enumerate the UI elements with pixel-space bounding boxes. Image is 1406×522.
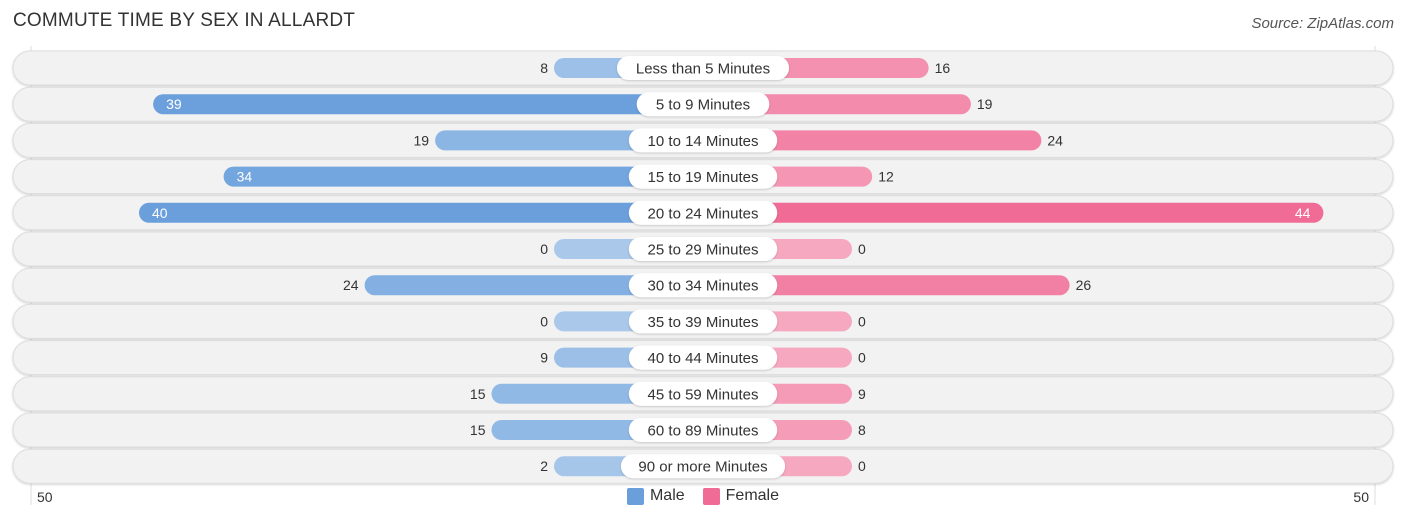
female-value-label: 9 [858,386,866,402]
legend-item-male[interactable]: Male [626,487,685,505]
female-value-label: 19 [977,96,993,112]
category-label: 40 to 44 Minutes [648,350,759,367]
male-value-label: 0 [540,313,548,329]
category-label: 60 to 89 Minutes [648,423,759,440]
female-value-label: 0 [858,458,866,474]
male-value-label: 39 [166,96,182,112]
category-label: 20 to 24 Minutes [648,205,759,222]
bar-row: 39 19 5 to 9 Minutes [12,86,1394,122]
bar-row: 34 12 15 to 19 Minutes [12,159,1394,195]
bar-row: 40 44 20 to 24 Minutes [12,195,1394,231]
female-value-label: 26 [1076,277,1092,293]
female-value-label: 16 [935,60,951,76]
category-label: 30 to 34 Minutes [648,278,759,295]
bar-row: 2 0 90 or more Minutes [12,448,1394,484]
female-value-label: 8 [858,422,866,438]
legend-swatch-male [626,487,644,505]
male-value-label: 24 [343,277,359,293]
male-value-label: 19 [414,132,430,148]
category-label: 45 to 59 Minutes [648,386,759,403]
legend-label-female: Female [725,487,780,504]
male-value-label: 34 [237,169,253,185]
category-label: 5 to 9 Minutes [656,97,750,114]
category-label: 35 to 39 Minutes [648,314,759,331]
bar-row: 15 9 45 to 59 Minutes [12,376,1394,412]
male-bar [139,202,703,223]
male-value-label: 15 [470,386,486,402]
male-value-label: 2 [540,458,548,474]
female-value-label: 24 [1047,132,1063,148]
female-bar [703,202,1324,223]
bar-row: 8 16 Less than 5 Minutes [12,50,1394,86]
male-value-label: 15 [470,422,486,438]
bar-row: 0 0 25 to 29 Minutes [12,231,1394,267]
legend: Male Female [0,487,1406,505]
legend-item-female[interactable]: Female [702,487,780,505]
female-value-label: 0 [858,241,866,257]
bar-row: 9 0 40 to 44 Minutes [12,340,1394,376]
bar-row: 0 0 35 to 39 Minutes [12,303,1394,339]
male-value-label: 9 [540,350,548,366]
female-value-label: 0 [858,313,866,329]
category-label: 10 to 14 Minutes [648,133,759,150]
male-value-label: 0 [540,241,548,257]
bar-row: 24 26 30 to 34 Minutes [12,267,1394,303]
male-value-label: 40 [152,205,168,221]
bar-row: 19 24 10 to 14 Minutes [12,122,1394,158]
female-value-label: 44 [1295,205,1311,221]
category-label: 25 to 29 Minutes [648,242,759,259]
category-label: Less than 5 Minutes [636,61,770,78]
male-value-label: 8 [540,60,548,76]
chart-area: 8 16 Less than 5 Minutes 39 19 5 to 9 Minutes… [12,46,1394,505]
category-label: 90 or more Minutes [638,459,767,476]
male-bar [153,94,704,115]
category-label: 15 to 19 Minutes [648,169,759,186]
female-value-label: 0 [858,350,866,366]
female-value-label: 12 [878,169,894,185]
bar-row: 15 8 60 to 89 Minutes [12,412,1394,448]
legend-label-male: Male [649,487,685,504]
legend-swatch-female [702,487,720,505]
